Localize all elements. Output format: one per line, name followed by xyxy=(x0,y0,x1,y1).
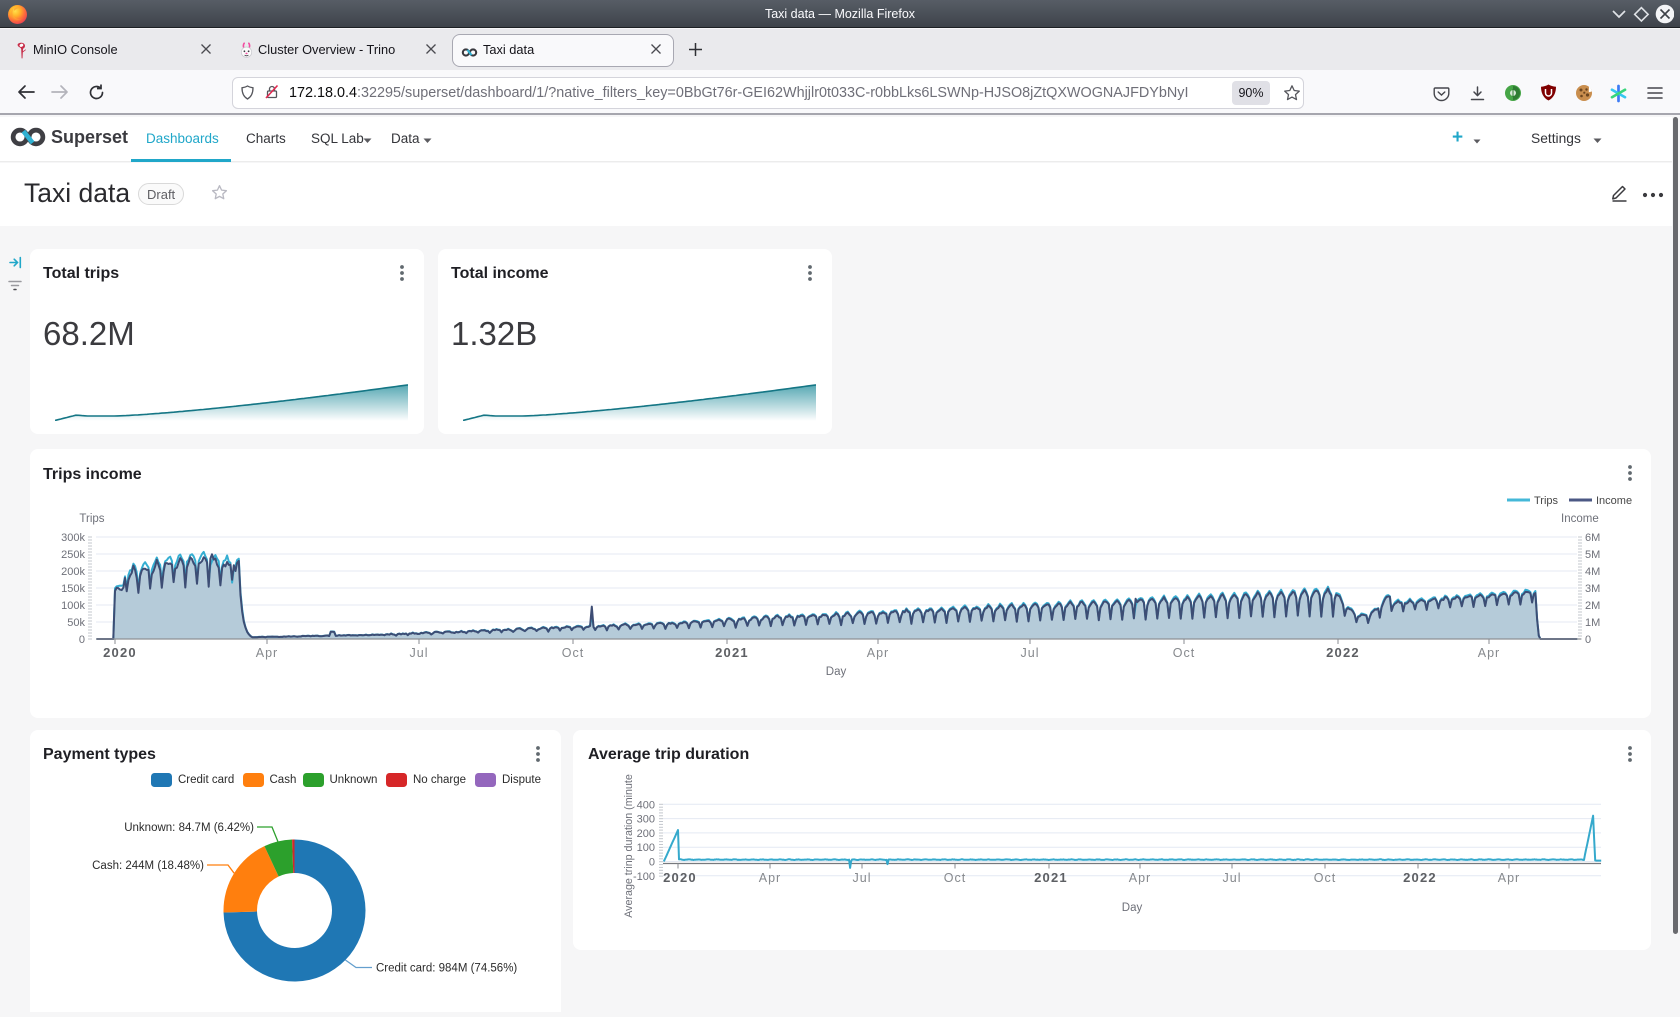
svg-text:200k: 200k xyxy=(61,566,85,578)
svg-text:Oct: Oct xyxy=(1173,646,1195,660)
svg-text:300k: 300k xyxy=(61,532,85,544)
svg-text:4M: 4M xyxy=(1585,566,1600,578)
svg-text:Apr: Apr xyxy=(867,646,889,660)
svg-text:5M: 5M xyxy=(1585,549,1600,561)
svg-text:Apr: Apr xyxy=(759,871,781,885)
svg-text:0: 0 xyxy=(649,857,655,869)
svg-text:Oct: Oct xyxy=(562,646,584,660)
svg-text:Jul: Jul xyxy=(853,871,872,885)
svg-text:100: 100 xyxy=(637,842,655,854)
svg-text:Apr: Apr xyxy=(1498,871,1520,885)
svg-text:200: 200 xyxy=(637,828,655,840)
svg-text:Apr: Apr xyxy=(1129,871,1151,885)
svg-text:6M: 6M xyxy=(1585,532,1600,544)
svg-text:Oct: Oct xyxy=(1314,871,1336,885)
svg-text:-100: -100 xyxy=(633,871,655,883)
svg-text:Day: Day xyxy=(826,666,847,678)
svg-text:Trips: Trips xyxy=(1534,495,1559,507)
svg-text:Day: Day xyxy=(1122,902,1143,914)
svg-text:Oct: Oct xyxy=(944,871,966,885)
svg-text:Jul: Jul xyxy=(410,646,429,660)
svg-text:Income: Income xyxy=(1561,513,1599,525)
svg-text:1M: 1M xyxy=(1585,617,1600,629)
svg-text:Average trinp duration (minute: Average trinp duration (minute xyxy=(623,774,635,918)
svg-text:100k: 100k xyxy=(61,600,85,612)
svg-text:Apr: Apr xyxy=(1478,646,1500,660)
svg-text:2020: 2020 xyxy=(663,870,697,885)
svg-text:Trips: Trips xyxy=(79,513,104,525)
svg-text:Credit card: 984M (74.56%): Credit card: 984M (74.56%) xyxy=(376,963,517,975)
svg-text:50k: 50k xyxy=(67,617,85,629)
svg-text:2M: 2M xyxy=(1585,600,1600,612)
svg-text:3M: 3M xyxy=(1585,583,1600,595)
svg-text:Apr: Apr xyxy=(256,646,278,660)
svg-text:2022: 2022 xyxy=(1326,645,1360,660)
svg-text:2021: 2021 xyxy=(1034,870,1068,885)
svg-text:300: 300 xyxy=(637,814,655,826)
svg-text:Unknown: 84.7M (6.42%): Unknown: 84.7M (6.42%) xyxy=(124,822,254,834)
svg-text:2022: 2022 xyxy=(1403,870,1437,885)
svg-text:150k: 150k xyxy=(61,583,85,595)
svg-text:Income: Income xyxy=(1596,495,1632,507)
svg-text:250k: 250k xyxy=(61,549,85,561)
svg-text:0: 0 xyxy=(1585,634,1591,646)
svg-text:2021: 2021 xyxy=(715,645,749,660)
svg-text:400: 400 xyxy=(637,799,655,811)
svg-text:2020: 2020 xyxy=(103,645,137,660)
svg-text:Jul: Jul xyxy=(1223,871,1242,885)
svg-text:0: 0 xyxy=(79,634,85,646)
svg-text:Cash: 244M (18.48%): Cash: 244M (18.48%) xyxy=(92,860,204,872)
svg-text:Jul: Jul xyxy=(1021,646,1040,660)
